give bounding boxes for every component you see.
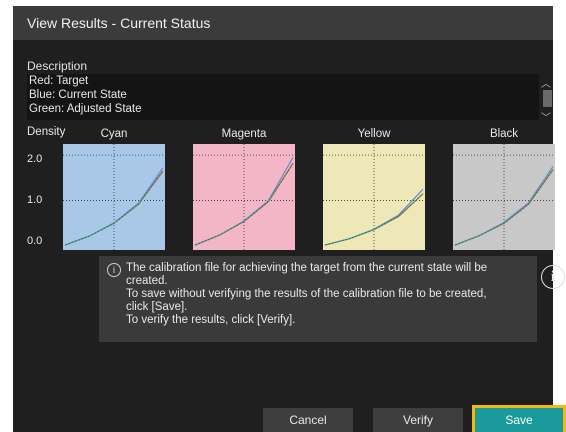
dialog-titlebar: View Results - Current Status (13, 6, 553, 40)
y-tick-label: 0.0 (27, 235, 43, 247)
chart-magenta (193, 144, 295, 250)
scroll-up-icon[interactable]: ︿ (541, 75, 551, 90)
chart-yellow (323, 144, 425, 250)
verify-button[interactable]: Verify (373, 408, 463, 432)
info-message-box: i The calibration file for achieving the… (99, 256, 537, 342)
help-info-icon[interactable]: i (541, 265, 565, 289)
chart-title-black: Black (489, 128, 519, 140)
chart-title-magenta: Magenta (221, 128, 267, 140)
cancel-button[interactable]: Cancel (263, 408, 353, 432)
chart-title-yellow: Yellow (357, 128, 391, 140)
scroll-down-icon[interactable]: ﹀ (541, 109, 551, 124)
description-label: Description (27, 59, 88, 73)
info-text-line: The calibration file for achieving the t… (126, 262, 488, 274)
dialog-title: View Results - Current Status (27, 15, 211, 31)
info-text-line: To verify the results, click [Verify]. (126, 314, 296, 326)
y-tick-label: 1.0 (27, 194, 43, 206)
scrollbar-thumb[interactable] (543, 90, 552, 107)
chart-cyan (63, 144, 165, 250)
info-text-line: click [Save]. (126, 301, 188, 313)
chart-title-cyan: Cyan (100, 128, 128, 140)
description-line-blue: Blue: Current State (29, 89, 127, 101)
save-button[interactable]: Save (475, 408, 563, 432)
description-line-green: Green: Adjusted State (29, 103, 142, 115)
chart-black (453, 144, 555, 250)
description-line-red: Red: Target (29, 75, 89, 87)
info-icon: i (107, 263, 121, 277)
description-box[interactable]: Red: Target Blue: Current State Green: A… (27, 74, 552, 124)
info-text-line: To save without verifying the results of… (126, 288, 487, 300)
view-results-dialog: View Results - Current Status Descriptio… (13, 6, 565, 432)
y-tick-label: 2.0 (27, 153, 43, 165)
info-text-line: created. (126, 275, 168, 287)
density-axis-label: Density (27, 126, 66, 138)
